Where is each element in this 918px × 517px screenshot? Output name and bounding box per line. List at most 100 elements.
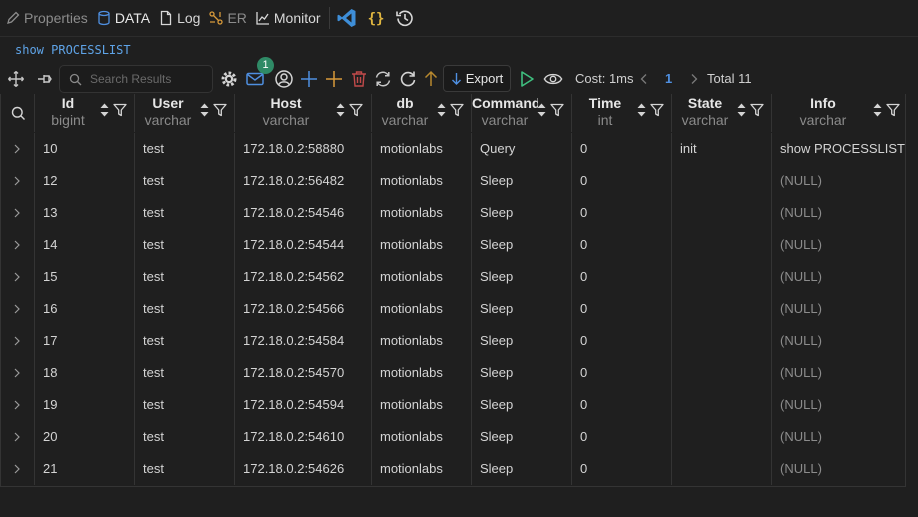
cell-command[interactable]: Sleep — [471, 453, 571, 485]
cell-user[interactable]: test — [134, 453, 234, 485]
search-results-box[interactable] — [59, 65, 213, 93]
cell-time[interactable]: 0 — [571, 357, 671, 389]
tab-log[interactable]: Log — [158, 0, 200, 36]
query-text[interactable]: show PROCESSLIST — [15, 43, 131, 57]
cell-user[interactable]: test — [134, 421, 234, 453]
cell-id[interactable]: 12 — [34, 165, 134, 197]
table-row[interactable]: 17 test 172.18.0.2:54584 motionlabs Sleep 0 (N… — [1, 325, 907, 357]
search-input[interactable] — [90, 72, 208, 86]
cell-id[interactable]: 21 — [34, 453, 134, 485]
sort-icon[interactable] — [736, 101, 747, 119]
cell-command[interactable]: Sleep — [471, 389, 571, 421]
table-row[interactable]: 10 test 172.18.0.2:58880 motionlabs Query 0 in… — [1, 133, 907, 165]
filter-icon[interactable] — [750, 103, 764, 117]
cell-info[interactable]: (NULL) — [771, 293, 907, 325]
tab-monitor[interactable]: Monitor — [255, 0, 321, 36]
cell-state[interactable] — [671, 453, 771, 485]
cell-db[interactable]: motionlabs — [371, 133, 471, 165]
cell-db[interactable]: motionlabs — [371, 165, 471, 197]
cell-state[interactable] — [671, 261, 771, 293]
add-column-icon[interactable] — [324, 69, 344, 89]
chevron-right-icon[interactable] — [1, 197, 33, 229]
cell-id[interactable]: 17 — [34, 325, 134, 357]
cell-info[interactable]: (NULL) — [771, 325, 907, 357]
cell-id[interactable]: 13 — [34, 197, 134, 229]
arrow-up-icon[interactable] — [421, 69, 441, 89]
user-icon[interactable] — [274, 69, 294, 89]
cell-db[interactable]: motionlabs — [371, 421, 471, 453]
history-icon[interactable] — [393, 6, 417, 30]
cell-db[interactable]: motionlabs — [371, 293, 471, 325]
cell-info[interactable]: (NULL) — [771, 453, 907, 485]
sort-icon[interactable] — [436, 101, 447, 119]
cell-time[interactable]: 0 — [571, 229, 671, 261]
chevron-right-icon[interactable] — [1, 165, 33, 197]
cell-db[interactable]: motionlabs — [371, 261, 471, 293]
cell-state[interactable] — [671, 197, 771, 229]
sort-icon[interactable] — [335, 101, 346, 119]
table-row[interactable]: 13 test 172.18.0.2:54546 motionlabs Sleep 0 (N… — [1, 197, 907, 229]
cell-id[interactable]: 15 — [34, 261, 134, 293]
cell-command[interactable]: Sleep — [471, 293, 571, 325]
cell-host[interactable]: 172.18.0.2:58880 — [234, 133, 371, 165]
cell-user[interactable]: test — [134, 133, 234, 165]
eye-icon[interactable] — [543, 69, 563, 89]
cell-info[interactable]: (NULL) — [771, 197, 907, 229]
cell-host[interactable]: 172.18.0.2:54562 — [234, 261, 371, 293]
chevron-right-icon[interactable] — [1, 261, 33, 293]
cell-state[interactable]: init — [671, 133, 771, 165]
refresh-icon[interactable] — [398, 69, 418, 89]
header-search-cell[interactable] — [1, 94, 34, 132]
cell-host[interactable]: 172.18.0.2:56482 — [234, 165, 371, 197]
cell-db[interactable]: motionlabs — [371, 325, 471, 357]
table-row[interactable]: 12 test 172.18.0.2:56482 motionlabs Sleep 0 (N… — [1, 165, 907, 197]
filter-icon[interactable] — [213, 103, 227, 117]
cell-state[interactable] — [671, 165, 771, 197]
table-row[interactable]: 20 test 172.18.0.2:54610 motionlabs Sleep 0 (N… — [1, 421, 907, 453]
cell-host[interactable]: 172.18.0.2:54594 — [234, 389, 371, 421]
cell-id[interactable]: 10 — [34, 133, 134, 165]
cell-db[interactable]: motionlabs — [371, 357, 471, 389]
cell-host[interactable]: 172.18.0.2:54544 — [234, 229, 371, 261]
chevron-right-icon[interactable] — [1, 325, 33, 357]
gear-icon[interactable] — [219, 69, 239, 89]
chevron-right-icon[interactable] — [1, 229, 33, 261]
cell-info[interactable]: (NULL) — [771, 421, 907, 453]
cell-user[interactable]: test — [134, 229, 234, 261]
cell-command[interactable]: Query — [471, 133, 571, 165]
cell-id[interactable]: 19 — [34, 389, 134, 421]
column-header-info[interactable]: Info varchar — [771, 94, 907, 132]
cell-host[interactable]: 172.18.0.2:54566 — [234, 293, 371, 325]
cell-db[interactable]: motionlabs — [371, 229, 471, 261]
cell-time[interactable]: 0 — [571, 421, 671, 453]
add-row-icon[interactable] — [299, 69, 319, 89]
filter-icon[interactable] — [349, 103, 363, 117]
filter-icon[interactable] — [113, 103, 127, 117]
filter-icon[interactable] — [450, 103, 464, 117]
cell-state[interactable] — [671, 325, 771, 357]
cell-host[interactable]: 172.18.0.2:54610 — [234, 421, 371, 453]
cell-state[interactable] — [671, 389, 771, 421]
cell-time[interactable]: 0 — [571, 261, 671, 293]
pin-icon[interactable] — [34, 69, 54, 89]
column-header-time[interactable]: Time int — [571, 94, 671, 132]
chevron-right-icon[interactable] — [1, 453, 33, 485]
column-header-id[interactable]: Id bigint — [34, 94, 134, 132]
run-icon[interactable] — [517, 69, 537, 89]
column-header-host[interactable]: Host varchar — [234, 94, 371, 132]
cell-user[interactable]: test — [134, 357, 234, 389]
cell-db[interactable]: motionlabs — [371, 389, 471, 421]
table-row[interactable]: 16 test 172.18.0.2:54566 motionlabs Sleep 0 (N… — [1, 293, 907, 325]
chevron-right-icon[interactable] — [1, 357, 33, 389]
cell-host[interactable]: 172.18.0.2:54546 — [234, 197, 371, 229]
chevron-right-icon[interactable] — [1, 421, 33, 453]
cell-id[interactable]: 18 — [34, 357, 134, 389]
chevron-left-icon[interactable] — [634, 69, 654, 89]
cell-time[interactable]: 0 — [571, 389, 671, 421]
cell-db[interactable]: motionlabs — [371, 197, 471, 229]
cell-user[interactable]: test — [134, 261, 234, 293]
chevron-right-icon[interactable] — [1, 133, 33, 165]
cell-user[interactable]: test — [134, 197, 234, 229]
cell-command[interactable]: Sleep — [471, 229, 571, 261]
cell-time[interactable]: 0 — [571, 133, 671, 165]
